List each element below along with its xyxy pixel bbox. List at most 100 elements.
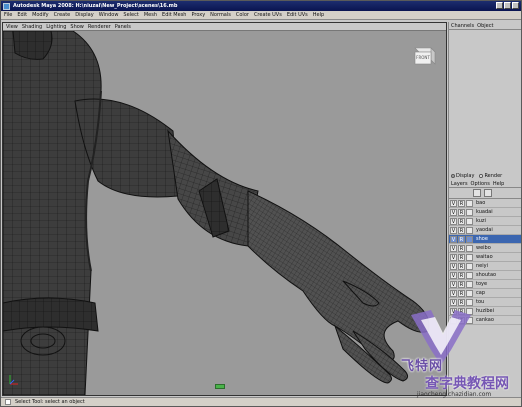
display-radio[interactable]: Display — [451, 173, 474, 179]
new-layer-selected-icon[interactable] — [484, 189, 492, 197]
layer-name[interactable]: kuzi — [476, 218, 486, 224]
minimize-button[interactable] — [496, 2, 503, 9]
channels-menu[interactable]: Channels — [451, 23, 474, 29]
menu-color[interactable]: Color — [236, 12, 249, 18]
menu-edit-uvs[interactable]: Edit UVs — [287, 12, 308, 18]
layer-name[interactable]: shoe — [476, 236, 488, 242]
channel-box-area[interactable] — [449, 30, 521, 172]
maya-app-icon — [3, 2, 10, 10]
menu-edit[interactable]: Edit — [17, 12, 27, 18]
layer-name[interactable]: toye — [476, 281, 487, 287]
color-swatch[interactable] — [466, 208, 473, 216]
vp-menu-panels[interactable]: Panels — [115, 24, 131, 30]
watermark-url: jiaocheng.chazidian.com — [417, 391, 492, 398]
object-menu[interactable]: Object — [477, 23, 493, 29]
options-menu[interactable]: Options — [471, 181, 490, 187]
maximize-button[interactable] — [504, 2, 511, 9]
menu-mesh[interactable]: Mesh — [144, 12, 157, 18]
new-layer-icon[interactable] — [473, 189, 481, 197]
visibility-toggle[interactable]: V — [450, 271, 457, 279]
visibility-toggle[interactable]: V — [450, 262, 457, 270]
visibility-toggle[interactable]: V — [450, 244, 457, 252]
layer-name[interactable]: yaodai — [476, 227, 493, 233]
layer-name[interactable]: kuadai — [476, 209, 493, 215]
help-line-toggle[interactable] — [5, 399, 11, 405]
display-type-toggle[interactable]: R — [458, 271, 465, 279]
visibility-toggle[interactable]: V — [450, 208, 457, 216]
color-swatch[interactable] — [466, 235, 473, 243]
display-type-toggle[interactable]: R — [458, 199, 465, 207]
viewcube-icon[interactable]: FRONT — [409, 44, 437, 68]
vp-menu-view[interactable]: View — [6, 24, 18, 30]
vp-menu-shading[interactable]: Shading — [22, 24, 42, 30]
menu-modify[interactable]: Modify — [32, 12, 49, 18]
menu-edit-mesh[interactable]: Edit Mesh — [162, 12, 186, 18]
color-swatch[interactable] — [466, 253, 473, 261]
layer-row[interactable]: V R bao — [449, 199, 521, 208]
menu-create-uvs[interactable]: Create UVs — [254, 12, 282, 18]
visibility-toggle[interactable]: V — [450, 253, 457, 261]
visibility-toggle[interactable]: V — [450, 199, 457, 207]
display-type-toggle[interactable]: R — [458, 289, 465, 297]
visibility-toggle[interactable]: V — [450, 217, 457, 225]
vp-menu-renderer[interactable]: Renderer — [88, 24, 111, 30]
render-radio-label: Render — [484, 173, 503, 179]
layer-name[interactable]: neiyi — [476, 263, 488, 269]
color-swatch[interactable] — [466, 199, 473, 207]
menu-create[interactable]: Create — [54, 12, 71, 18]
layers-menu[interactable]: Layers — [451, 181, 468, 187]
menu-display[interactable]: Display — [75, 12, 93, 18]
layer-name[interactable]: waitao — [476, 254, 493, 260]
layer-name[interactable]: weibo — [476, 245, 491, 251]
layer-row[interactable]: V R kuadai — [449, 208, 521, 217]
layer-row[interactable]: V R cap — [449, 289, 521, 298]
display-type-toggle[interactable]: R — [458, 280, 465, 288]
color-swatch[interactable] — [466, 217, 473, 225]
layer-help-menu[interactable]: Help — [493, 181, 504, 187]
layer-row[interactable]: V R kuzi — [449, 217, 521, 226]
layer-row[interactable]: V R shoutao — [449, 271, 521, 280]
display-type-toggle[interactable]: R — [458, 262, 465, 270]
vp-menu-show[interactable]: Show — [70, 24, 84, 30]
layer-editor-menu: Layers Options Help — [449, 180, 521, 188]
vp-menu-lighting[interactable]: Lighting — [46, 24, 66, 30]
main-menu-bar: File Edit Modify Create Display Window S… — [1, 11, 521, 20]
maya-window: Autodesk Maya 2008: H:\niuzai\New_Projec… — [0, 0, 522, 407]
layer-name[interactable]: shoutao — [476, 272, 496, 278]
menu-window[interactable]: Window — [99, 12, 119, 18]
color-swatch[interactable] — [466, 226, 473, 234]
color-swatch[interactable] — [466, 280, 473, 288]
display-type-toggle[interactable]: R — [458, 244, 465, 252]
menu-select[interactable]: Select — [123, 12, 138, 18]
color-swatch[interactable] — [466, 244, 473, 252]
display-type-toggle[interactable]: R — [458, 226, 465, 234]
visibility-toggle[interactable]: V — [450, 235, 457, 243]
color-swatch[interactable] — [466, 262, 473, 270]
menu-help[interactable]: Help — [313, 12, 324, 18]
display-type-toggle[interactable]: R — [458, 253, 465, 261]
menu-proxy[interactable]: Proxy — [191, 12, 205, 18]
menu-normals[interactable]: Normals — [210, 12, 231, 18]
layer-row[interactable]: V R yaodai — [449, 226, 521, 235]
layer-name[interactable]: cap — [476, 290, 485, 296]
layer-row[interactable]: V R toye — [449, 280, 521, 289]
menu-file[interactable]: File — [4, 12, 12, 18]
layer-row[interactable]: V R waitao — [449, 253, 521, 262]
visibility-toggle[interactable]: V — [450, 289, 457, 297]
color-swatch[interactable] — [466, 271, 473, 279]
display-type-toggle[interactable]: R — [458, 208, 465, 216]
layer-row[interactable]: V R neiyi — [449, 262, 521, 271]
watermark-text: 飞特网 — [401, 359, 444, 374]
layer-mode-toggle: Display Render — [449, 172, 521, 180]
belt-buckle — [20, 326, 66, 356]
layer-row[interactable]: V R weibo — [449, 244, 521, 253]
display-type-toggle[interactable]: R — [458, 217, 465, 225]
visibility-toggle[interactable]: V — [450, 226, 457, 234]
visibility-toggle[interactable]: V — [450, 280, 457, 288]
layer-row-selected[interactable]: V R shoe — [449, 235, 521, 244]
color-swatch[interactable] — [466, 289, 473, 297]
close-button[interactable] — [512, 2, 519, 9]
display-type-toggle[interactable]: R — [458, 235, 465, 243]
layer-name[interactable]: bao — [476, 200, 485, 206]
render-radio[interactable]: Render — [479, 173, 502, 179]
